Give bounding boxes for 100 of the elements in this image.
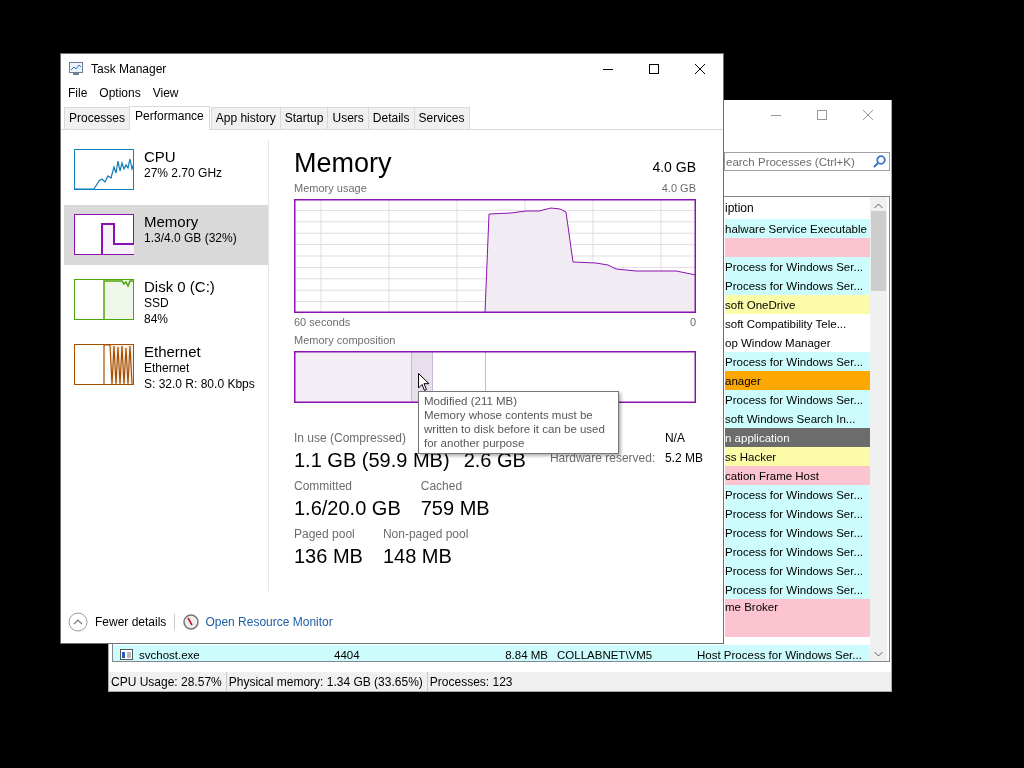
maximize-icon bbox=[817, 110, 827, 120]
table-cell: Process for Windows Ser... bbox=[725, 507, 864, 520]
table-cell: Process for Windows Ser... bbox=[725, 526, 864, 539]
process-row[interactable]: Process for Windows Ser... bbox=[725, 352, 870, 371]
sidebar-item[interactable]: CPU 27% 2.70 GHz bbox=[64, 140, 268, 200]
item-title: Disk 0 (C:) bbox=[144, 278, 215, 295]
item-detail: Ethernet bbox=[144, 360, 191, 376]
maximize-icon bbox=[649, 63, 659, 74]
table-cell: Process for Windows Ser... bbox=[725, 393, 864, 406]
usage-thumbnail bbox=[74, 279, 134, 320]
tooltip-text: Memory whose contents must be written to disk before it can be used for another purpose bbox=[424, 408, 606, 450]
monitor-chart-icon bbox=[68, 61, 84, 76]
window-title: Task Manager bbox=[91, 61, 167, 76]
search-icon bbox=[873, 155, 886, 168]
axis-label: 60 seconds bbox=[294, 315, 351, 330]
table-cell: Host Process for Windows Ser... bbox=[697, 648, 862, 661]
axis-label: 0 bbox=[689, 315, 696, 330]
stat-value: N/A bbox=[664, 431, 685, 446]
tab[interactable]: App history bbox=[210, 107, 281, 129]
tab[interactable]: Services bbox=[413, 107, 470, 129]
stat-label: Paged pool bbox=[294, 527, 355, 543]
close-icon bbox=[695, 63, 705, 74]
table-cell: Process for Windows Ser... bbox=[725, 564, 864, 577]
graph-label: Memory composition bbox=[294, 333, 396, 348]
item-title: CPU bbox=[144, 148, 177, 165]
process-row[interactable]: Process for Windows Ser... bbox=[725, 485, 870, 504]
tab[interactable]: Users bbox=[327, 107, 369, 129]
item-detail: 1.3/4.0 GB (32%) bbox=[144, 230, 237, 246]
process-row[interactable]: Process for Windows Ser... bbox=[725, 523, 870, 542]
stat-value: 148 MB bbox=[382, 544, 452, 569]
process-row[interactable]: soft Windows Search In... bbox=[725, 409, 870, 428]
item-detail: S: 32.0 R: 80.0 Kbps bbox=[144, 376, 255, 392]
table-cell-text: 8.84 MB bbox=[504, 648, 548, 661]
table-cell: op Window Manager bbox=[725, 336, 831, 349]
status-text: Processes: 123 bbox=[428, 674, 514, 691]
process-row[interactable]: Process for Windows Ser... bbox=[725, 504, 870, 523]
fewer-details-button[interactable]: Fewer details bbox=[68, 612, 167, 632]
menu-item[interactable]: View bbox=[146, 86, 185, 100]
usage-thumbnail bbox=[74, 149, 134, 190]
gauge-icon bbox=[183, 614, 200, 630]
menu-item[interactable]: File bbox=[62, 86, 94, 100]
stat-value: 759 MB bbox=[420, 496, 490, 521]
stat-value: 136 MB bbox=[294, 544, 363, 569]
table-cell: Process for Windows Ser... bbox=[725, 260, 864, 273]
tab[interactable]: Startup bbox=[279, 107, 329, 129]
process-row[interactable]: anager bbox=[725, 371, 870, 390]
sidebar-item[interactable]: Memory 1.3/4.0 GB (32%) bbox=[64, 205, 268, 265]
item-detail: SSD bbox=[144, 295, 170, 311]
table-cell: Process for Windows Ser... bbox=[725, 545, 864, 558]
process-row[interactable]: me Broker bbox=[725, 599, 870, 637]
table-cell: anager bbox=[725, 374, 761, 387]
stat-label: In use (Compressed) bbox=[294, 431, 407, 447]
scrollbar[interactable] bbox=[870, 197, 887, 661]
item-title: Memory bbox=[144, 213, 200, 230]
process-row[interactable]: cation Frame Host bbox=[725, 466, 870, 485]
close-icon bbox=[863, 110, 873, 120]
table-cell: n application bbox=[725, 431, 790, 444]
table-cell: soft OneDrive bbox=[725, 298, 796, 311]
stat-label: Cached bbox=[420, 479, 463, 495]
sidebar-item[interactable]: Disk 0 (C:) SSD 84% bbox=[64, 270, 268, 330]
total-memory: 4.0 GB bbox=[652, 159, 696, 175]
resource-monitor-link[interactable]: Open Resource Monitor bbox=[205, 615, 333, 629]
tab[interactable]: Details bbox=[367, 107, 415, 129]
table-cell: me Broker bbox=[725, 601, 779, 613]
process-row[interactable]: Process for Windows Ser... bbox=[725, 561, 870, 580]
process-row[interactable]: ss Hacker bbox=[725, 447, 870, 466]
stat-value: 1.6/20.0 GB bbox=[294, 496, 401, 521]
process-row[interactable]: Process for Windows Ser... bbox=[725, 276, 870, 295]
process-row[interactable]: Process for Windows Ser... bbox=[725, 390, 870, 409]
process-row[interactable]: Process for Windows Ser... bbox=[725, 257, 870, 276]
table-cell: Process for Windows Ser... bbox=[725, 355, 864, 368]
tooltip-title: Modified (211 MB) bbox=[424, 394, 519, 408]
sidebar-item[interactable]: Ethernet Ethernet S: 32.0 R: 80.0 Kbps bbox=[64, 335, 268, 395]
scrollbar-thumb[interactable] bbox=[871, 211, 886, 291]
graph-label: Memory usage bbox=[294, 181, 367, 196]
status-text: Physical memory: 1.34 GB (33.65%) bbox=[226, 672, 428, 691]
table-cell: soft Windows Search In... bbox=[725, 412, 856, 425]
table-cell: cation Frame Host bbox=[725, 469, 819, 482]
usage-thumbnail bbox=[74, 344, 134, 385]
table-cell: ss Hacker bbox=[725, 450, 777, 463]
tab[interactable]: Performance bbox=[129, 106, 210, 130]
menu-item[interactable]: Options bbox=[93, 86, 147, 100]
table-cell: Process for Windows Ser... bbox=[725, 279, 864, 292]
table-cell-text: 4404 bbox=[334, 648, 361, 661]
graph-max-label: 4.0 GB bbox=[661, 181, 696, 196]
tab[interactable]: Processes bbox=[64, 107, 131, 129]
stat-label: Non-paged pool bbox=[382, 527, 469, 543]
process-row[interactable]: n application bbox=[725, 428, 870, 447]
process-row[interactable]: Process for Windows Ser... bbox=[725, 542, 870, 561]
process-row[interactable]: Process for Windows Ser... bbox=[725, 580, 870, 599]
table-cell: soft Compatibility Tele... bbox=[725, 317, 847, 330]
column-header[interactable]: iption bbox=[725, 201, 754, 215]
stat-label: Hardware reserved: bbox=[549, 451, 657, 466]
process-row[interactable]: svchost.exe 4404 8.84 MB COLLABNET\VM5 Host Process for Windows Ser... bbox=[113, 645, 870, 661]
process-row[interactable]: soft OneDrive bbox=[725, 295, 870, 314]
table-cell: Process for Windows Ser... bbox=[725, 488, 864, 501]
chevron-up-icon bbox=[68, 612, 88, 632]
table-cell-text: svchost.exe bbox=[139, 648, 201, 661]
search-field[interactable]: earch Processes (Ctrl+K) bbox=[724, 152, 890, 171]
process-row[interactable] bbox=[725, 238, 870, 257]
